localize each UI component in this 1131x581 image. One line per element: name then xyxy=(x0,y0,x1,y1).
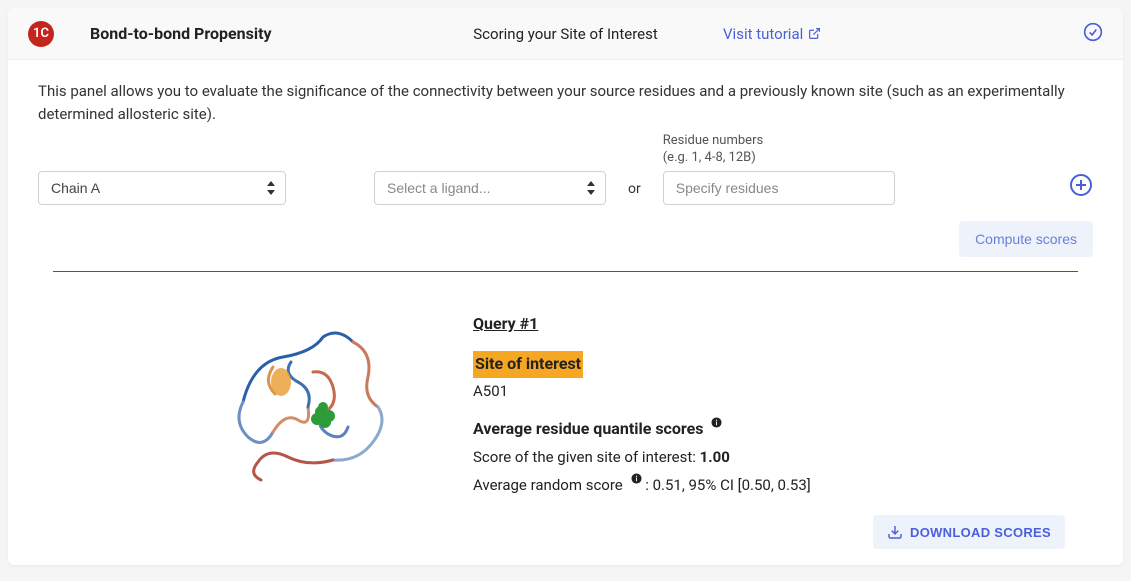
compute-scores-button[interactable]: Compute scores xyxy=(959,221,1093,257)
residue-input[interactable] xyxy=(663,171,895,205)
ligand-select-wrap: Select a ligand... xyxy=(374,171,606,205)
residue-label-line1: Residue numbers xyxy=(663,133,763,148)
residue-value: A501 xyxy=(473,380,811,403)
score-value: 1.00 xyxy=(700,448,730,466)
panel-header: 1C Bond-to-bond Propensity Scoring your … xyxy=(8,8,1123,60)
ligand-select[interactable]: Select a ligand... xyxy=(374,171,606,205)
panel-title: Bond-to-bond Propensity xyxy=(90,24,272,43)
score-prefix: Score of the given site of interest: xyxy=(473,448,700,466)
residue-label: Residue numbers (e.g. 1, 4-8, 12B) xyxy=(663,133,895,167)
residue-group: Residue numbers (e.g. 1, 4-8, 12B) xyxy=(663,133,895,205)
panel-card: 1C Bond-to-bond Propensity Scoring your … xyxy=(8,8,1123,565)
avg-quantile-heading: Average residue quantile scores xyxy=(473,419,703,438)
panel-description: This panel allows you to evaluate the si… xyxy=(38,80,1093,125)
random-score-line: Average random score : 0.51, 95% CI [0.5… xyxy=(473,473,811,497)
info-icon[interactable] xyxy=(711,417,722,428)
info-icon[interactable] xyxy=(631,473,642,484)
tutorial-link-label: Visit tutorial xyxy=(723,25,803,43)
controls-row: Chain A Select a ligand... or Residue nu… xyxy=(38,143,1093,205)
chain-select-wrap: Chain A xyxy=(38,171,286,205)
site-of-interest-label: Site of interest xyxy=(473,351,583,378)
download-scores-button[interactable]: DOWNLOAD SCORES xyxy=(873,515,1065,549)
step-badge: 1C xyxy=(28,21,54,47)
score-line: Score of the given site of interest: 1.0… xyxy=(473,446,811,469)
download-label: DOWNLOAD SCORES xyxy=(910,525,1051,540)
download-row: DOWNLOAD SCORES xyxy=(38,515,1093,549)
random-stats: : 0.51, 95% CI [0.50, 0.53] xyxy=(645,476,811,494)
compute-row: Compute scores xyxy=(38,221,1093,257)
query-title: Query #1 xyxy=(473,312,811,337)
download-icon xyxy=(887,524,903,540)
panel-subtitle: Scoring your Site of Interest xyxy=(473,25,657,43)
result-text: Query #1 Site of interest A501 Average r… xyxy=(473,312,811,497)
random-prefix: Average random score xyxy=(473,476,623,494)
chain-select[interactable]: Chain A xyxy=(38,171,286,205)
check-complete-icon xyxy=(1083,22,1103,46)
external-link-icon xyxy=(808,27,821,40)
tutorial-link[interactable]: Visit tutorial xyxy=(723,25,821,43)
panel-body: This panel allows you to evaluate the si… xyxy=(8,60,1123,565)
or-separator: or xyxy=(628,181,641,197)
results-section: Query #1 Site of interest A501 Average r… xyxy=(38,272,1093,497)
protein-structure-viz xyxy=(213,312,413,492)
residue-label-line2: (e.g. 1, 4-8, 12B) xyxy=(663,150,756,165)
add-row-button[interactable] xyxy=(1069,173,1093,201)
